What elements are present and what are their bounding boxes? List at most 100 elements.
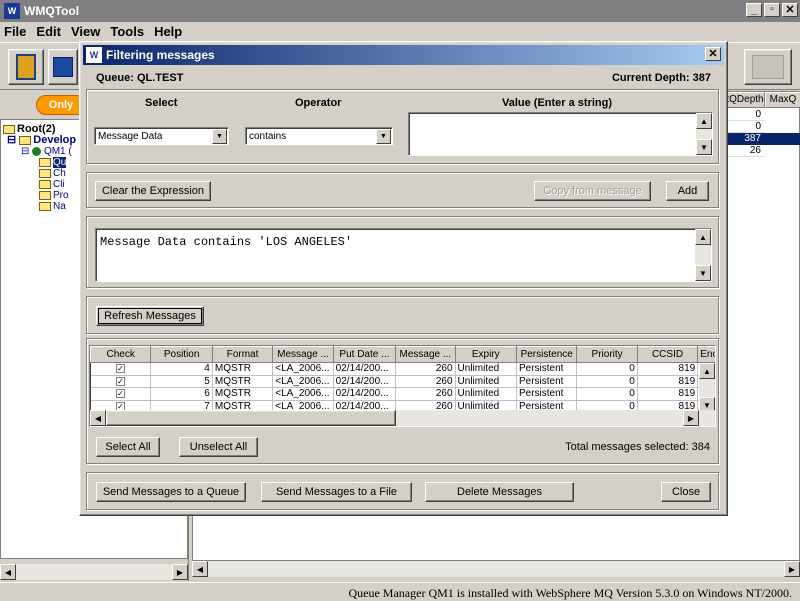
cell-expiry: Unlimited bbox=[455, 375, 518, 388]
col-persistence[interactable]: Persistence bbox=[515, 346, 578, 363]
scroll-right-icon[interactable]: ▶ bbox=[683, 410, 699, 426]
right-hscrollbar[interactable]: ◀ ▶ bbox=[192, 561, 800, 577]
scroll-left-icon[interactable]: ◀ bbox=[192, 561, 208, 577]
col-put-date[interactable]: Put Date ... bbox=[332, 346, 397, 363]
table-header-row: Check Position Format Message ... Put Da… bbox=[90, 346, 715, 363]
scroll-up-icon[interactable]: ▲ bbox=[696, 113, 712, 129]
only-label: Only bbox=[48, 99, 74, 111]
filter-dialog: W Filtering messages ✕ Queue: QL.TEST Cu… bbox=[79, 41, 728, 516]
cell-put-date: 02/14/200... bbox=[333, 362, 397, 376]
unselect-all-button[interactable]: Unselect All bbox=[179, 437, 258, 457]
menu-view[interactable]: View bbox=[71, 24, 100, 39]
dialog-close-button[interactable]: ✕ bbox=[705, 47, 721, 61]
scroll-down-icon[interactable]: ▼ bbox=[695, 265, 711, 281]
exit-tool-button[interactable] bbox=[8, 49, 44, 85]
tree-qm1-label: QM1 ( bbox=[43, 146, 72, 157]
cell-put-date: 02/14/200... bbox=[333, 375, 397, 388]
folder-icon bbox=[39, 201, 51, 211]
col-encoding[interactable]: Enco bbox=[697, 346, 715, 363]
value-column-header: Value (Enter a string) bbox=[502, 97, 613, 109]
restore-button[interactable]: ▫ bbox=[764, 3, 780, 17]
left-hscrollbar[interactable]: ◀ ▶ bbox=[0, 564, 188, 580]
value-textarea[interactable]: ▲ ▼ bbox=[408, 112, 713, 156]
checkbox-checked-icon[interactable]: ✓ bbox=[115, 376, 125, 386]
refresh-messages-button[interactable]: Refresh Messages bbox=[96, 306, 204, 326]
cell-expiry: Unlimited bbox=[455, 362, 518, 376]
chevron-down-icon[interactable]: ▼ bbox=[376, 129, 391, 144]
checkbox-checked-icon[interactable]: ✓ bbox=[115, 389, 125, 399]
folder-icon bbox=[3, 124, 15, 134]
scroll-down-icon[interactable]: ▼ bbox=[696, 139, 712, 155]
cell-persistence: Persistent bbox=[516, 375, 578, 388]
tree-leaf-label: Cli bbox=[53, 179, 65, 190]
col-format[interactable]: Format bbox=[211, 346, 274, 363]
checkbox-checked-icon[interactable]: ✓ bbox=[115, 364, 125, 374]
menu-help[interactable]: Help bbox=[154, 24, 182, 39]
value-vscrollbar[interactable]: ▲ ▼ bbox=[696, 113, 712, 155]
tree-leaf-label: Na bbox=[53, 201, 66, 212]
clear-expression-button[interactable]: Clear the Expression bbox=[95, 181, 211, 201]
table-row[interactable]: ✓ 4 MQSTR <LA_2006... 02/14/200... 260 U… bbox=[90, 362, 715, 376]
row-checkbox[interactable]: ✓ bbox=[90, 375, 152, 388]
add-button[interactable]: Add bbox=[666, 181, 709, 201]
table-vscrollbar[interactable]: ▲ ▼ bbox=[699, 363, 715, 413]
save-disk-icon bbox=[53, 57, 73, 77]
menu-edit[interactable]: Edit bbox=[36, 24, 61, 39]
table-row[interactable]: ✓ 5 MQSTR <LA_2006... 02/14/200... 260 U… bbox=[90, 375, 715, 388]
send-to-file-button[interactable]: Send Messages to a File bbox=[261, 482, 412, 502]
bottom-actions-group: Send Messages to a Queue Send Messages t… bbox=[86, 472, 719, 510]
table-row[interactable]: ✓ 6 MQSTR <LA_2006... 02/14/200... 260 U… bbox=[90, 387, 715, 401]
select-all-button[interactable]: Select All bbox=[96, 437, 160, 457]
copy-from-message-button[interactable]: Copy from message bbox=[534, 181, 651, 201]
expression-textarea[interactable]: Message Data contains 'LOS ANGELES' ▲ ▼ bbox=[95, 228, 712, 282]
col-expiry[interactable]: Expiry bbox=[454, 346, 518, 363]
col-ccsid[interactable]: CCSID bbox=[636, 346, 699, 363]
disabled-tool-icon bbox=[752, 55, 784, 79]
delete-messages-button[interactable]: Delete Messages bbox=[425, 482, 574, 502]
menu-tools[interactable]: Tools bbox=[110, 24, 144, 39]
close-button[interactable]: Close bbox=[661, 482, 711, 502]
app-close-button[interactable]: ✕ bbox=[782, 3, 798, 17]
cell-format: MQSTR bbox=[212, 362, 274, 376]
col-message-length[interactable]: Message ... bbox=[395, 346, 456, 363]
row-checkbox[interactable]: ✓ bbox=[90, 387, 152, 401]
operator-combo[interactable]: contains ▼ bbox=[245, 127, 393, 145]
scroll-up-icon[interactable]: ▲ bbox=[699, 363, 715, 379]
right-header-depth: tQDepth bbox=[725, 92, 765, 108]
tree-leaf-label: Qu bbox=[53, 157, 67, 168]
save-tool-button[interactable] bbox=[48, 49, 78, 85]
table-hscrollbar[interactable]: ◀ ▶ bbox=[90, 410, 715, 426]
row-checkbox[interactable]: ✓ bbox=[90, 362, 152, 376]
col-message-id[interactable]: Message ... bbox=[272, 346, 334, 363]
select-field-combo[interactable]: Message Data ▼ bbox=[94, 127, 229, 145]
right-value-2: 387 bbox=[725, 133, 800, 145]
col-check[interactable]: Check bbox=[90, 346, 152, 363]
col-priority[interactable]: Priority bbox=[576, 346, 638, 363]
cell-message-id: <LA_2006... bbox=[272, 387, 334, 401]
scroll-right-icon[interactable]: ▶ bbox=[784, 561, 800, 577]
expression-actions-group: Clear the Expression Copy from message A… bbox=[86, 172, 719, 208]
right-header-maxq: MaxQ bbox=[765, 92, 800, 108]
scroll-right-icon[interactable]: ▶ bbox=[172, 564, 188, 580]
tree-leaf-label: Ch bbox=[53, 168, 66, 179]
scroll-left-icon[interactable]: ◀ bbox=[90, 410, 106, 426]
tree-develop-label: Develop bbox=[33, 134, 77, 146]
scroll-up-icon[interactable]: ▲ bbox=[695, 229, 711, 245]
app-logo-icon: W bbox=[4, 3, 20, 19]
right-value-1: 0 bbox=[725, 121, 765, 133]
menu-file[interactable]: File bbox=[4, 24, 26, 39]
cell-persistence: Persistent bbox=[516, 362, 578, 376]
col-position[interactable]: Position bbox=[150, 346, 213, 363]
expression-vscrollbar[interactable]: ▲ ▼ bbox=[695, 229, 711, 281]
dialog-title: Filtering messages bbox=[106, 48, 215, 62]
scroll-left-icon[interactable]: ◀ bbox=[0, 564, 16, 580]
send-to-queue-button[interactable]: Send Messages to a Queue bbox=[96, 482, 246, 502]
minimize-button[interactable]: _ bbox=[746, 3, 762, 17]
cell-message-id: <LA_2006... bbox=[272, 362, 334, 376]
disabled-tool-button[interactable] bbox=[744, 49, 792, 85]
expression-builder-group: Select Operator Value (Enter a string) M… bbox=[86, 89, 719, 164]
folder-icon bbox=[19, 135, 32, 145]
folder-icon bbox=[39, 190, 51, 200]
chevron-down-icon[interactable]: ▼ bbox=[212, 129, 227, 144]
hscroll-thumb[interactable] bbox=[106, 410, 396, 426]
